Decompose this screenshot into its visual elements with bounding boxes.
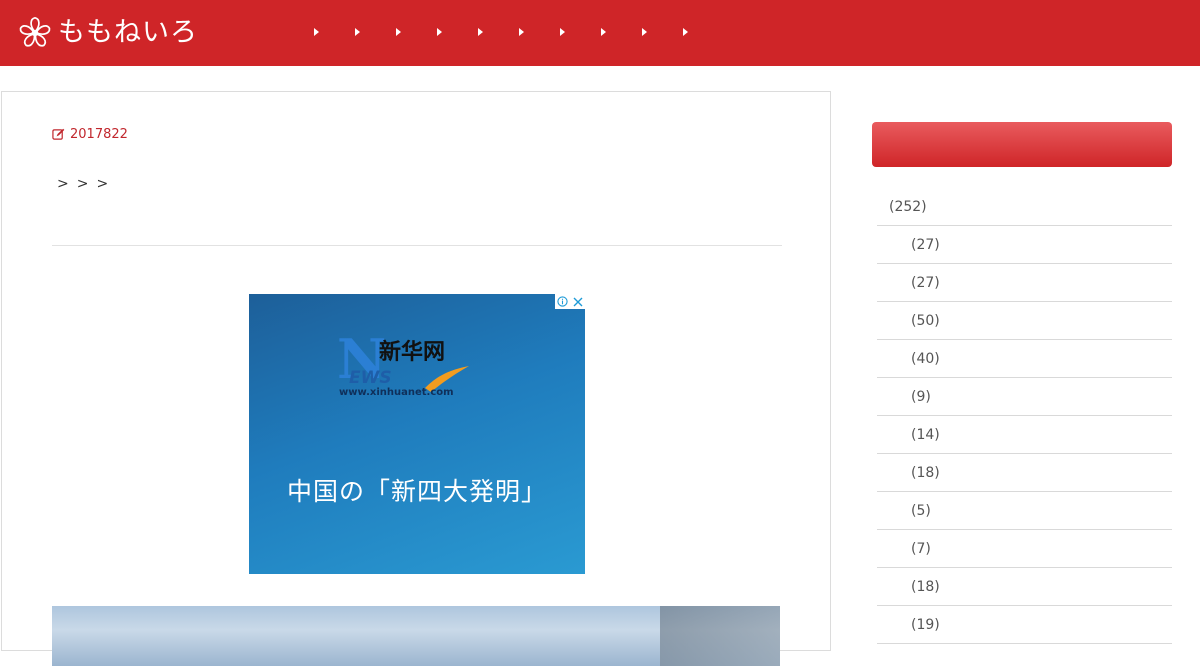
site-header: ももねいろ (0, 0, 1200, 66)
caret-right-icon (560, 28, 565, 36)
ad-url: www.xinhuanet.com (339, 387, 454, 398)
category-item[interactable]: (7) (877, 530, 1172, 568)
close-icon[interactable] (570, 294, 585, 309)
caret-right-icon (683, 28, 688, 36)
nav-item-4[interactable] (435, 25, 476, 39)
category-count: (5) (911, 502, 931, 519)
category-count: (7) (911, 540, 931, 557)
caret-right-icon (601, 28, 606, 36)
category-widget-title (872, 122, 1172, 167)
category-item[interactable]: (9) (877, 378, 1172, 416)
title-divider (52, 245, 782, 246)
sidebar: (252) (27) (27) (50) (40) (9) (14) (18) … (872, 122, 1172, 644)
category-item[interactable]: (50) (877, 302, 1172, 340)
ad-headline: 中国の「新四大発明」 (286, 477, 547, 506)
category-item[interactable]: (27) (877, 264, 1172, 302)
category-item[interactable]: (18) (877, 568, 1172, 606)
site-title[interactable]: ももねいろ (58, 14, 198, 52)
nav-item-7[interactable] (558, 25, 599, 39)
global-nav (312, 25, 722, 39)
nav-item-5[interactable] (476, 25, 517, 39)
category-count: (27) (911, 236, 940, 253)
nav-item-2[interactable] (353, 25, 394, 39)
category-item[interactable]: (19) (877, 606, 1172, 644)
category-count: (14) (911, 426, 940, 443)
category-count: (18) (911, 464, 940, 481)
post-date-text: 2017822 (70, 127, 128, 142)
caret-right-icon (355, 28, 360, 36)
breadcrumb-link-1[interactable]: > (57, 176, 69, 192)
caret-right-icon (396, 28, 401, 36)
nav-item-8[interactable] (599, 25, 640, 39)
info-icon[interactable] (555, 294, 570, 309)
category-count: (9) (911, 388, 931, 405)
article-card: 2017822 > > > N 新华网 EWS www.xinhuanet.co… (1, 91, 831, 666)
category-count: (18) (911, 578, 940, 595)
caret-right-icon (437, 28, 442, 36)
category-count: (19) (911, 616, 940, 633)
post-date: 2017822 (52, 127, 128, 142)
breadcrumb: > > > (57, 176, 108, 192)
ad-banner[interactable]: N 新华网 EWS www.xinhuanet.com 中国の「新四大発明」 (249, 294, 585, 574)
caret-right-icon (519, 28, 524, 36)
category-list: (252) (27) (27) (50) (40) (9) (14) (18) … (877, 188, 1172, 644)
breadcrumb-link-3[interactable]: > (96, 176, 108, 192)
category-count: (252) (889, 198, 927, 215)
category-count: (27) (911, 274, 940, 291)
nav-item-6[interactable] (517, 25, 558, 39)
nav-item-10[interactable] (681, 25, 722, 39)
category-item[interactable]: (18) (877, 454, 1172, 492)
category-count: (40) (911, 350, 940, 367)
nav-item-3[interactable] (394, 25, 435, 39)
nav-item-9[interactable] (640, 25, 681, 39)
category-item[interactable]: (27) (877, 226, 1172, 264)
site-logo[interactable]: ももねいろ (16, 14, 198, 52)
caret-right-icon (314, 28, 319, 36)
category-item[interactable]: (252) (877, 188, 1172, 226)
ad-choices (555, 294, 585, 309)
breadcrumb-link-2[interactable]: > (77, 176, 89, 192)
category-item[interactable]: (14) (877, 416, 1172, 454)
category-item[interactable]: (5) (877, 492, 1172, 530)
nav-item-1[interactable] (312, 25, 353, 39)
edit-icon (52, 128, 65, 140)
caret-right-icon (642, 28, 647, 36)
article-image (52, 606, 780, 666)
category-item[interactable]: (40) (877, 340, 1172, 378)
caret-right-icon (478, 28, 483, 36)
flower-icon (19, 16, 51, 47)
category-count: (50) (911, 312, 940, 329)
